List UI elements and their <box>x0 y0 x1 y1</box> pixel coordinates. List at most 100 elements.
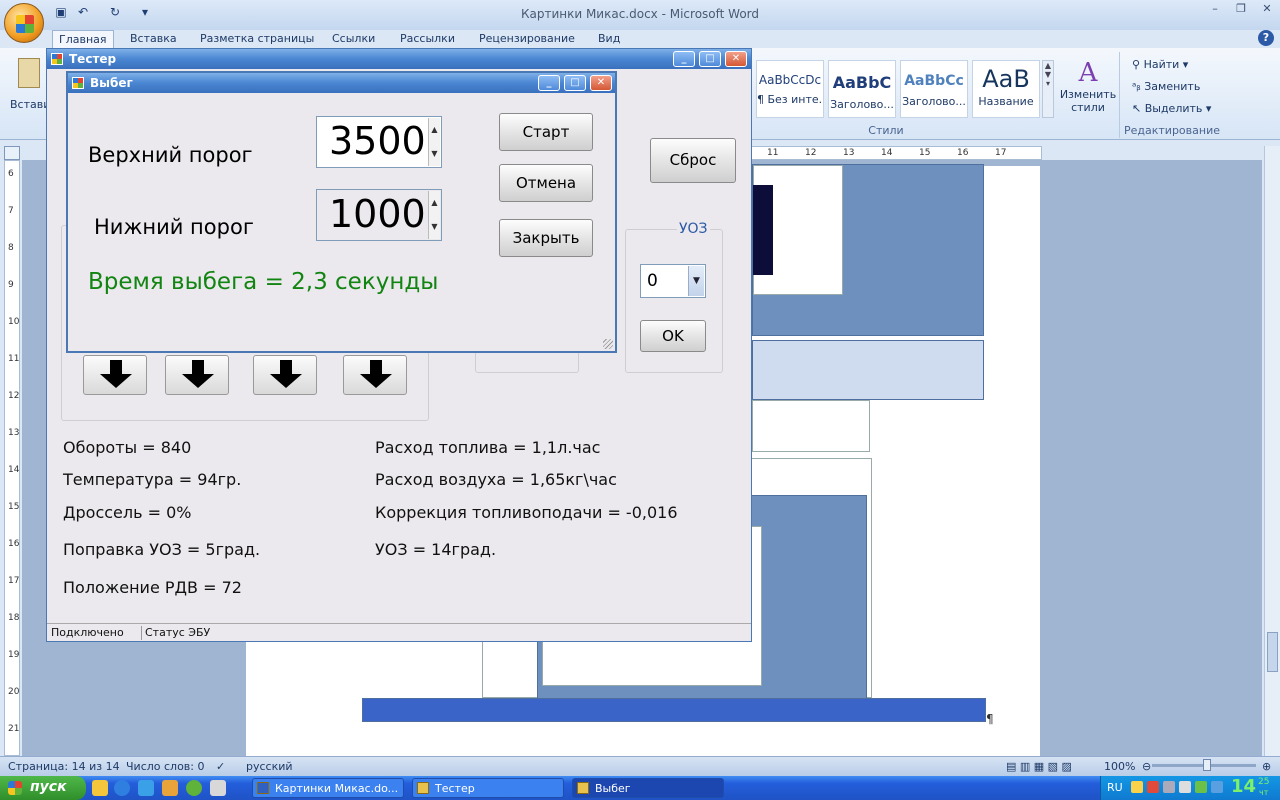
tab-review[interactable]: Рецензирование <box>479 32 575 45</box>
cancel-button[interactable]: Отмена <box>499 164 593 202</box>
arrow-down-button-4[interactable] <box>343 355 407 395</box>
keyboard-language[interactable]: RU <box>1107 781 1123 794</box>
vybeg-titlebar[interactable]: Выбег _ □ ✕ <box>68 73 615 93</box>
chrome-icon[interactable] <box>186 780 202 796</box>
zoom-in-icon[interactable]: ⊕ <box>1262 760 1271 773</box>
tab-view[interactable]: Вид <box>598 32 620 45</box>
zoom-out-icon[interactable]: ⊖ <box>1142 760 1151 773</box>
system-tray: RU 14 25 чт <box>1100 776 1280 800</box>
page-count[interactable]: Страница: 14 из 14 <box>8 760 120 773</box>
taskbar-tester[interactable]: Тестер <box>412 778 564 798</box>
tester-title: Тестер <box>69 52 117 66</box>
change-styles-icon: A <box>1078 58 1098 88</box>
select-label: Выделить <box>1144 102 1203 115</box>
volume-icon[interactable] <box>1179 781 1191 793</box>
resize-grip[interactable] <box>603 339 613 349</box>
arrow-down-button-1[interactable] <box>83 355 147 395</box>
minimize-icon[interactable]: – <box>1202 0 1228 18</box>
arrow-down-icon <box>182 374 214 388</box>
ruler-number: 14 <box>8 465 20 475</box>
tester-titlebar[interactable]: Тестер _ □ ✕ <box>47 49 751 69</box>
connection-status: Подключено <box>51 626 124 639</box>
language-indicator[interactable]: русский <box>246 760 293 773</box>
start-button[interactable]: Старт <box>499 113 593 151</box>
upper-threshold-value[interactable]: 3500 <box>329 119 426 163</box>
close-button[interactable]: ✕ <box>725 51 747 67</box>
close-button[interactable]: ✕ <box>590 75 612 91</box>
arrow-down-button-3[interactable] <box>253 355 317 395</box>
tab-insert[interactable]: Вставка <box>130 32 177 45</box>
chevron-down-icon[interactable]: ▼ <box>688 266 704 296</box>
word-count[interactable]: Число слов: 0 <box>126 760 205 773</box>
uoz-select[interactable]: 0 ▼ <box>640 264 706 298</box>
tray-icon[interactable] <box>1195 781 1207 793</box>
tab-home[interactable]: Главная <box>52 30 114 48</box>
minimize-button[interactable]: _ <box>538 75 560 91</box>
vybeg-title: Выбег <box>90 76 133 90</box>
styles-scroll[interactable]: ▲ ▼ ▾ <box>1042 60 1054 118</box>
change-styles-button[interactable]: A Изменить стили <box>1058 58 1118 120</box>
spin-down-icon[interactable]: ▼ <box>429 142 440 166</box>
lower-threshold-value[interactable]: 1000 <box>329 192 426 236</box>
tray-icon[interactable] <box>1163 781 1175 793</box>
zoom-level[interactable]: 100% <box>1104 760 1135 773</box>
quicklaunch-icon-4[interactable] <box>162 780 178 796</box>
office-button[interactable] <box>4 3 44 43</box>
editing-group-label: Редактирование <box>1124 124 1220 137</box>
tab-page-layout[interactable]: Разметка страницы <box>200 32 314 45</box>
style-title[interactable]: AaB Название <box>972 60 1040 118</box>
editing-group: ⚲ Найти ▾ ᵃᵦ Заменить ↖ Выделить ▾ Редак… <box>1124 52 1220 138</box>
style-heading-2[interactable]: AaBbCc Заголово... <box>900 60 968 118</box>
clock-hour[interactable]: 14 <box>1231 776 1256 797</box>
taskbar-vybeg-label: Выбег <box>595 782 631 795</box>
ruler-number: 13 <box>843 148 855 158</box>
vybeg-window: Выбег _ □ ✕ Верхний порог 3500 ▲ ▼ Нижний… <box>66 71 617 353</box>
quicklaunch-icon-6[interactable] <box>210 780 226 796</box>
style-heading-1[interactable]: AaBbC Заголово... <box>828 60 896 118</box>
binoculars-icon: ⚲ <box>1132 58 1144 71</box>
arrow-down-button-2[interactable] <box>165 355 229 395</box>
close-icon[interactable]: ✕ <box>1254 0 1280 18</box>
tray-icon[interactable] <box>1147 781 1159 793</box>
maximize-icon[interactable]: ❐ <box>1228 0 1254 18</box>
vertical-scrollbar[interactable] <box>1264 146 1280 756</box>
ruler-number: 14 <box>881 148 893 158</box>
taskbar: пуск Картинки Микас.do... Тестер Выбег R… <box>0 776 1280 800</box>
reset-button[interactable]: Сброс <box>650 138 736 183</box>
find-button[interactable]: ⚲ Найти ▾ <box>1132 58 1188 71</box>
spinner-arrows[interactable]: ▲ ▼ <box>428 118 440 166</box>
style-label: ¶ Без инте... <box>757 93 823 106</box>
spinner-arrows[interactable]: ▲ ▼ <box>428 191 440 239</box>
network-icon[interactable] <box>1211 781 1223 793</box>
quicklaunch-icon-3[interactable] <box>138 780 154 796</box>
upper-threshold-spinner[interactable]: 3500 ▲ ▼ <box>316 116 442 168</box>
spellcheck-icon[interactable]: ✓ <box>216 760 225 773</box>
taskbar-word[interactable]: Картинки Микас.do... <box>252 778 404 798</box>
select-button[interactable]: ↖ Выделить ▾ <box>1132 102 1211 115</box>
replace-button[interactable]: ᵃᵦ Заменить <box>1132 80 1200 93</box>
close-dialog-button[interactable]: Закрыть <box>499 219 593 257</box>
style-no-spacing[interactable]: AaBbCcDc ¶ Без инте... <box>756 60 824 118</box>
spin-up-icon[interactable]: ▲ <box>429 118 440 142</box>
scroll-thumb[interactable] <box>1267 632 1278 672</box>
quicklaunch-icon-1[interactable] <box>92 780 108 796</box>
start-button[interactable]: пуск <box>0 776 86 800</box>
paste-button[interactable]: Вставить <box>4 54 63 134</box>
ruler-tab-selector[interactable] <box>4 146 20 160</box>
ie-icon[interactable] <box>114 780 130 796</box>
help-icon[interactable]: ? <box>1258 30 1274 46</box>
maximize-button[interactable]: □ <box>564 75 586 91</box>
taskbar-vybeg[interactable]: Выбег <box>572 778 724 798</box>
lower-threshold-spinner[interactable]: 1000 ▲ ▼ <box>316 189 442 241</box>
tab-mailings[interactable]: Рассылки <box>400 32 455 45</box>
ok-button[interactable]: OK <box>640 320 706 352</box>
tab-references[interactable]: Ссылки <box>332 32 375 45</box>
view-buttons[interactable]: ▤ ▥ ▦ ▧ ▨ <box>1006 760 1072 773</box>
spin-up-icon[interactable]: ▲ <box>429 191 440 215</box>
maximize-button[interactable]: □ <box>699 51 721 67</box>
spin-down-icon[interactable]: ▼ <box>429 215 440 239</box>
ruler-number: 19 <box>8 650 20 660</box>
tray-icon[interactable] <box>1131 781 1143 793</box>
minimize-button[interactable]: _ <box>673 51 695 67</box>
zoom-knob[interactable] <box>1203 759 1211 771</box>
